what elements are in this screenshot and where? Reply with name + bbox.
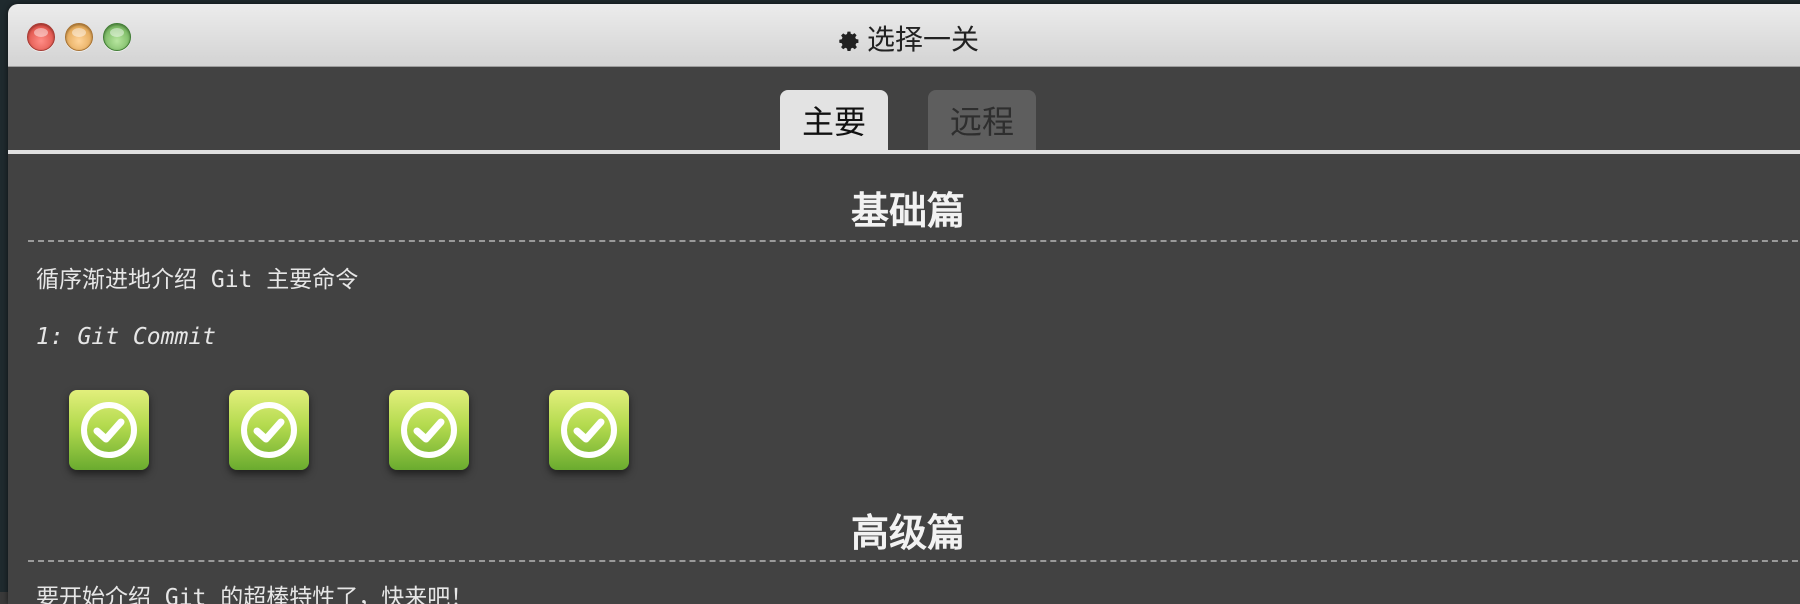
section-description-advanced: 要开始介绍 Git 的超棒特性了，快来吧！ (36, 585, 474, 604)
checkmark-icon (81, 402, 137, 458)
window-title: 选择一关 (8, 18, 1800, 60)
tab-underline (8, 150, 1800, 154)
level-button-4[interactable] (549, 390, 629, 470)
level-button-1[interactable] (69, 390, 149, 470)
tab-remote[interactable]: 远程 (928, 90, 1036, 154)
section-title-basics: 基础篇 (850, 189, 965, 233)
level-select-window: 选择一关 主要 远程 基础篇 循序渐进地介绍 Git 主要命令 1: Git C… (8, 4, 1800, 604)
tab-main[interactable]: 主要 (780, 90, 888, 154)
checkmark-icon (401, 402, 457, 458)
section-divider (28, 560, 1800, 562)
window-title-text: 选择一关 (866, 23, 979, 56)
checkmark-icon (241, 402, 297, 458)
level-group-name: 1: Git Commit (36, 324, 217, 350)
window-titlebar[interactable]: 选择一关 (8, 4, 1800, 67)
section-title-advanced: 高级篇 (850, 511, 965, 555)
checkmark-icon (561, 402, 617, 458)
gear-icon (837, 27, 861, 60)
level-button-2[interactable] (229, 390, 309, 470)
level-button-3[interactable] (389, 390, 469, 470)
section-description-basics: 循序渐进地介绍 Git 主要命令 (36, 267, 359, 293)
tab-bar: 主要 远程 (8, 66, 1800, 154)
section-divider (28, 240, 1800, 242)
